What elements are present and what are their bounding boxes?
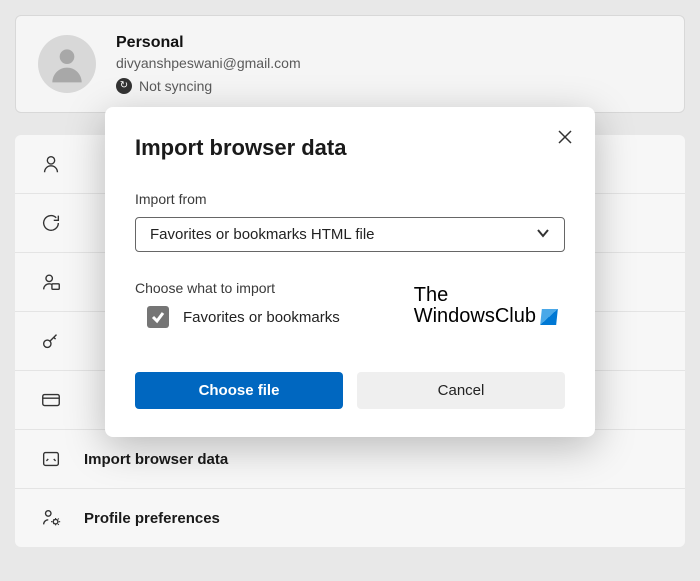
checkbox-row: Favorites or bookmarks: [135, 306, 565, 328]
dialog-title: Import browser data: [135, 135, 565, 161]
import-dialog: Import browser data Import from Favorite…: [105, 107, 595, 437]
chevron-down-icon: [536, 226, 550, 244]
modal-overlay: Import browser data Import from Favorite…: [0, 0, 700, 581]
import-from-label: Import from: [135, 191, 565, 207]
close-button[interactable]: [553, 125, 577, 149]
cancel-button[interactable]: Cancel: [357, 372, 565, 409]
favorites-checkbox[interactable]: [147, 306, 169, 328]
choose-file-button[interactable]: Choose file: [135, 372, 343, 409]
choose-import-label: Choose what to import: [135, 280, 565, 296]
select-value: Favorites or bookmarks HTML file: [150, 226, 375, 243]
checkbox-label: Favorites or bookmarks: [183, 309, 340, 326]
dialog-button-row: Choose file Cancel: [135, 372, 565, 409]
import-from-select[interactable]: Favorites or bookmarks HTML file: [135, 217, 565, 252]
